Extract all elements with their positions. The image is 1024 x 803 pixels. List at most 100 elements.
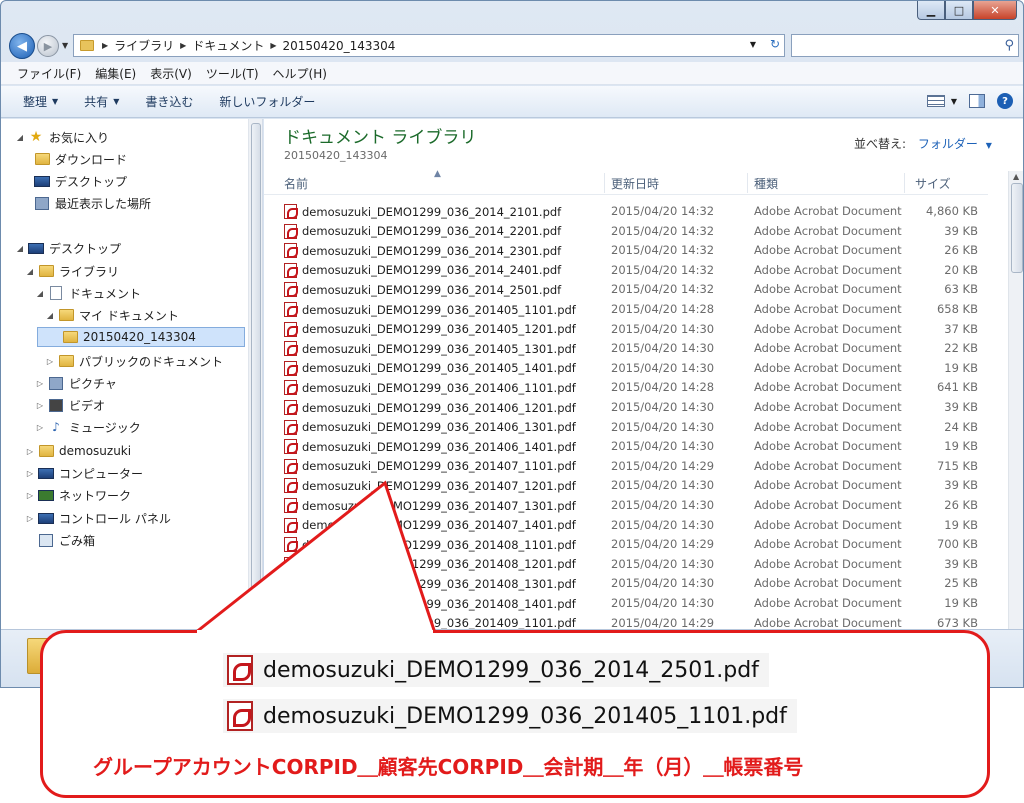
file-name-cell[interactable]: demosuzuki_DEMO1299_036_201407_1401.pdf xyxy=(284,517,576,533)
file-name-cell[interactable]: demosuzuki_DEMO1299_036_201406_1301.pdf xyxy=(284,419,576,435)
file-row[interactable]: demosuzuki_DEMO1299_036_2014_2301.pdf 201… xyxy=(264,240,988,260)
change-view-icon[interactable] xyxy=(926,95,945,107)
collapsed-icon[interactable]: ▷ xyxy=(25,514,35,523)
tree-favorites[interactable]: ◢ ★ お気に入り xyxy=(15,127,109,147)
file-row[interactable]: demosuzuki_DEMO1299_036_201408_1301.pdf 2… xyxy=(264,573,988,593)
scrollbar-thumb[interactable] xyxy=(1011,183,1023,273)
search-input[interactable]: ⚲ xyxy=(791,34,1019,57)
menu-help[interactable]: ヘルプ(H) xyxy=(273,65,327,82)
column-divider[interactable] xyxy=(604,173,605,193)
share-button[interactable]: 共有 ▼ xyxy=(84,93,119,110)
file-row[interactable]: demosuzuki_DEMO1299_036_201407_1401.pdf 2… xyxy=(264,515,988,535)
chevron-right-icon[interactable]: ▶ xyxy=(180,41,186,50)
collapsed-icon[interactable]: ▷ xyxy=(35,379,45,388)
column-divider[interactable] xyxy=(904,173,905,193)
close-button[interactable]: ✕ xyxy=(973,1,1017,20)
file-row[interactable]: demosuzuki_DEMO1299_036_2014_2501.pdf 201… xyxy=(264,279,988,299)
file-row[interactable]: demosuzuki_DEMO1299_036_201406_1101.pdf 2… xyxy=(264,377,988,397)
collapsed-icon[interactable]: ▷ xyxy=(25,447,35,456)
refresh-icon[interactable]: ↻ xyxy=(770,37,780,51)
menu-view[interactable]: 表示(V) xyxy=(150,65,192,82)
file-row[interactable]: demosuzuki_DEMO1299_036_201408_1101.pdf 2… xyxy=(264,534,988,554)
maximize-button[interactable]: □ xyxy=(945,1,973,20)
tree-current-folder[interactable]: 20150420_143304 xyxy=(37,327,245,347)
navigation-scrollbar[interactable] xyxy=(248,119,262,629)
file-name-cell[interactable]: demosuzuki_DEMO1299_036_2014_2301.pdf xyxy=(284,243,561,259)
file-name-cell[interactable]: demosuzuki_DEMO1299_036_2014_2501.pdf xyxy=(284,282,561,298)
scrollbar-thumb[interactable] xyxy=(251,123,261,601)
file-name-cell[interactable]: demosuzuki_DEMO1299_036_201407_1101.pdf xyxy=(284,458,576,474)
column-name[interactable]: 名前 xyxy=(284,175,308,192)
column-size[interactable]: サイズ xyxy=(915,175,951,192)
burn-button[interactable]: 書き込む xyxy=(145,93,193,110)
file-name-cell[interactable]: demosuzuki_DEMO1299_036_2014_2201.pdf xyxy=(284,223,561,239)
breadcrumb-documents[interactable]: ドキュメント xyxy=(192,37,264,54)
preview-pane-icon[interactable] xyxy=(969,94,985,108)
tree-desktop-favorite[interactable]: デスクトップ xyxy=(21,171,127,191)
arrange-value[interactable]: フォルダー xyxy=(918,137,978,151)
file-row[interactable]: demosuzuki_DEMO1299_036_201407_1101.pdf 2… xyxy=(264,456,988,476)
file-row[interactable]: demosuzuki_DEMO1299_036_201406_1401.pdf 2… xyxy=(264,436,988,456)
file-row[interactable]: demosuzuki_DEMO1299_036_201408_1201.pdf 2… xyxy=(264,554,988,574)
column-type[interactable]: 種類 xyxy=(754,175,778,192)
file-name-cell[interactable]: demosuzuki_DEMO1299_036_201405_1101.pdf xyxy=(284,302,576,317)
tree-documents[interactable]: ◢ ドキュメント xyxy=(35,283,141,303)
organize-button[interactable]: 整理 ▼ xyxy=(23,93,58,110)
address-bar[interactable]: ▶ ライブラリ ▶ ドキュメント ▶ 20150420_143304 ▼ ↻ xyxy=(73,34,785,57)
tree-my-documents[interactable]: ◢ マイ ドキュメント xyxy=(45,305,179,325)
file-name-cell[interactable]: demosuzuki_DEMO1299_036_201406_1201.pdf xyxy=(284,400,576,415)
file-row[interactable]: demosuzuki_DEMO1299_036_201405_1401.pdf 2… xyxy=(264,358,988,378)
file-name-cell[interactable]: demosuzuki_DEMO1299_036_2014_2101.pdf xyxy=(284,204,561,219)
file-list-scrollbar[interactable]: ▲ xyxy=(1008,171,1023,629)
breadcrumb-current-folder[interactable]: 20150420_143304 xyxy=(283,39,396,53)
minimize-button[interactable]: ▁ xyxy=(917,1,945,20)
menu-tools[interactable]: ツール(T) xyxy=(206,65,259,82)
collapsed-icon[interactable]: ▷ xyxy=(35,401,45,410)
file-row[interactable]: demosuzuki_DEMO1299_036_201406_1301.pdf 2… xyxy=(264,417,988,437)
column-date[interactable]: 更新日時 xyxy=(611,175,659,192)
tree-music[interactable]: ▷ ♪ ミュージック xyxy=(35,417,141,437)
file-name-cell[interactable]: demosuzuki_DEMO1299_036_201405_1201.pdf xyxy=(284,321,576,337)
file-row[interactable]: demosuzuki_DEMO1299_036_201405_1101.pdf 2… xyxy=(264,299,988,319)
tree-control-panel[interactable]: ▷ コントロール パネル xyxy=(25,508,171,528)
history-dropdown-icon[interactable]: ▼ xyxy=(62,41,68,50)
column-divider[interactable] xyxy=(747,173,748,193)
file-name-cell[interactable]: demosuzuki_DEMO1299_036_201406_1101.pdf xyxy=(284,380,576,396)
chevron-down-icon[interactable]: ▼ xyxy=(951,97,957,106)
tree-videos[interactable]: ▷ ビデオ xyxy=(35,395,105,415)
address-dropdown-icon[interactable]: ▼ xyxy=(750,40,756,49)
file-row[interactable]: demosuzuki_DEMO1299_036_201407_1201.pdf 2… xyxy=(264,475,988,495)
expanded-icon[interactable]: ◢ xyxy=(25,267,35,276)
chevron-down-icon[interactable]: ▼ xyxy=(986,141,992,150)
tree-recent-places[interactable]: 最近表示した場所 xyxy=(21,193,151,213)
tree-recycle-bin[interactable]: ごみ箱 xyxy=(25,530,95,550)
collapsed-icon[interactable]: ▷ xyxy=(45,357,55,366)
file-row[interactable]: demosuzuki_DEMO1299_036_2014_2401.pdf 201… xyxy=(264,260,988,280)
menu-file[interactable]: ファイル(F) xyxy=(17,65,81,82)
back-icon[interactable]: ◀ xyxy=(9,33,35,59)
file-row[interactable]: demosuzuki_DEMO1299_036_201405_1301.pdf 2… xyxy=(264,338,988,358)
forward-icon[interactable]: ▶ xyxy=(37,35,59,57)
tree-downloads[interactable]: ダウンロード xyxy=(21,149,127,169)
file-name-cell[interactable]: demosuzuki_DEMO1299_036_201405_1301.pdf xyxy=(284,341,576,357)
file-name-cell[interactable]: demosuzuki_DEMO1299_036_201406_1401.pdf xyxy=(284,439,576,455)
expanded-icon[interactable]: ◢ xyxy=(15,244,25,253)
file-name-cell[interactable]: demosuzuki_DEMO1299_036_201407_1301.pdf xyxy=(284,498,576,513)
expanded-icon[interactable]: ◢ xyxy=(45,311,55,320)
file-name-cell[interactable]: demosuzuki_DEMO1299_036_201408_1401.pdf xyxy=(284,596,576,611)
breadcrumb-libraries[interactable]: ライブラリ xyxy=(114,37,174,54)
chevron-right-icon[interactable]: ▶ xyxy=(102,41,108,50)
file-row[interactable]: demosuzuki_DEMO1299_036_201406_1201.pdf 2… xyxy=(264,397,988,417)
file-name-cell[interactable]: demosuzuki_DEMO1299_036_201408_1201.pdf xyxy=(284,556,576,572)
file-row[interactable]: demosuzuki_DEMO1299_036_2014_2201.pdf 201… xyxy=(264,221,988,241)
file-name-cell[interactable]: demosuzuki_DEMO1299_036_2014_2401.pdf xyxy=(284,262,561,278)
collapsed-icon[interactable]: ▷ xyxy=(25,469,35,478)
tree-public-documents[interactable]: ▷ パブリックのドキュメント xyxy=(45,351,223,371)
file-row[interactable]: demosuzuki_DEMO1299_036_201408_1401.pdf 2… xyxy=(264,593,988,613)
tree-computer[interactable]: ▷ コンピューター xyxy=(25,463,143,483)
tree-user[interactable]: ▷ demosuzuki xyxy=(25,441,131,461)
tree-network[interactable]: ▷ ネットワーク xyxy=(25,485,131,505)
scroll-up-icon[interactable]: ▲ xyxy=(1013,172,1019,181)
tree-desktop[interactable]: ◢ デスクトップ xyxy=(15,238,121,258)
search-icon[interactable]: ⚲ xyxy=(1004,38,1014,53)
